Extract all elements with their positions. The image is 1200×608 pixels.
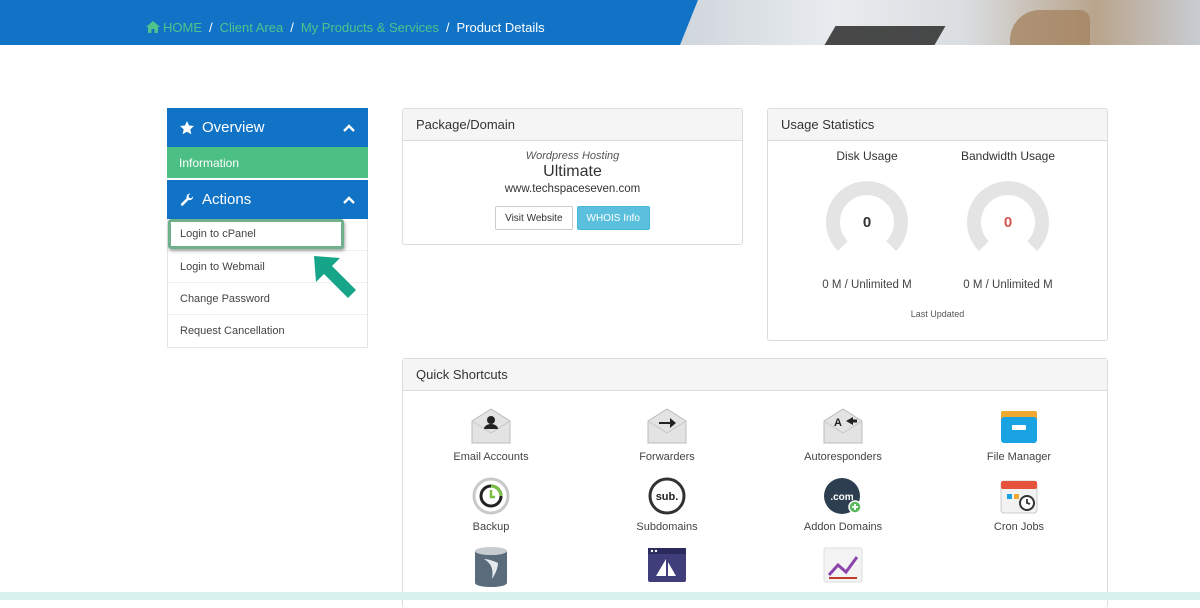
shortcuts-card-title: Quick Shortcuts [403,359,1107,391]
autoresponders-icon: A [823,408,863,444]
chevron-up-icon[interactable] [342,121,356,135]
backup-icon [472,477,510,515]
sidebar-item-request-cancellation[interactable]: Request Cancellation [168,315,367,347]
shortcut-label: Forwarders [639,451,695,463]
disk-usage-value: 0 [863,214,871,231]
usage-card-title: Usage Statistics [768,109,1107,141]
shortcut-subdomains[interactable]: sub. Subdomains [592,477,742,533]
shortcut-label: Autoresponders [804,451,882,463]
breadcrumb-current: Product Details [456,20,545,35]
breadcrumb-separator: / [290,20,294,35]
breadcrumb: HOME / Client Area / My Products & Servi… [146,20,545,35]
actions-panel-header[interactable]: Actions [167,180,368,219]
quick-shortcuts-card: Quick Shortcuts Email Accounts Forwarder… [402,358,1108,608]
header-banner: HOME / Client Area / My Products & Servi… [0,0,1200,45]
shortcut-forwarders[interactable]: Forwarders [592,407,742,463]
breadcrumb-home-label: HOME [163,20,202,35]
package-card-title: Package/Domain [403,109,742,141]
subdomains-icon: sub. [648,477,686,515]
wrench-icon [180,193,194,206]
shortcut-autoresponders[interactable]: A Autoresponders [768,407,918,463]
page-footer-band [0,592,1200,600]
shortcut-label: File Manager [986,451,1052,463]
awstats-chart-icon [823,547,863,583]
chevron-up-icon[interactable] [342,193,356,207]
shortcut-label: Backup [472,521,510,533]
package-domain-card: Package/Domain Wordpress Hosting Ultimat… [402,108,743,245]
disk-usage-detail: 0 M / Unlimited M [822,279,912,291]
package-domain: www.techspaceseven.com [504,183,641,195]
login-cpanel-highlight[interactable]: Login to cPanel [168,219,344,249]
disk-usage-label: Disk Usage [836,149,898,163]
svg-text:sub.: sub. [656,491,679,503]
home-icon [146,21,160,33]
visit-website-button[interactable]: Visit Website [495,206,573,230]
shortcut-label: Cron Jobs [993,521,1045,533]
email-accounts-icon [471,408,511,444]
star-icon [180,120,194,134]
shortcut-label: Addon Domains [803,521,883,533]
addon-domains-icon: .com [824,478,862,514]
usage-statistics-card: Usage Statistics Disk Usage 0 0 M / Unli… [767,108,1108,341]
shortcut-backup[interactable]: Backup [416,477,566,533]
sidebar-item-information[interactable]: Information [167,147,368,178]
file-manager-icon [1001,411,1037,443]
disk-usage-gauge: 0 [826,181,908,252]
overview-label: Overview [202,119,265,136]
package-name: Ultimate [543,163,602,180]
header-photo [680,0,1200,45]
shortcut-label: Email Accounts [453,451,529,463]
svg-text:A: A [834,417,842,429]
breadcrumb-separator: / [209,20,213,35]
shortcut-cron-jobs[interactable]: Cron Jobs [944,477,1094,533]
breadcrumb-home[interactable]: HOME [146,20,202,35]
shortcut-awstats[interactable] [768,545,918,593]
mysql-database-icon [475,547,507,587]
shortcut-mysql-databases[interactable] [416,545,566,593]
actions-label: Actions [202,191,252,208]
overview-panel-header[interactable]: Overview [167,108,368,147]
breadcrumb-products[interactable]: My Products & Services [301,20,439,35]
bandwidth-usage-label: Bandwidth Usage [960,149,1056,163]
arrow-pointer-icon [314,256,356,298]
shortcut-site-publisher[interactable] [592,545,742,593]
forwarders-icon [647,408,687,444]
shortcut-label: Subdomains [636,521,698,533]
disk-usage-block: Disk Usage 0 0 M / Unlimited M [797,149,937,291]
whois-info-button[interactable]: WHOIS Info [576,206,650,230]
shortcut-file-manager[interactable]: File Manager [944,407,1094,463]
bandwidth-usage-detail: 0 M / Unlimited M [963,279,1053,291]
last-updated-text: Last Updated [910,309,965,319]
shortcut-addon-domains[interactable]: .com Addon Domains [768,477,918,533]
breadcrumb-client-area[interactable]: Client Area [220,20,284,35]
site-publisher-icon [648,548,686,582]
bandwidth-usage-value: 0 [1004,214,1012,231]
shortcut-email-accounts[interactable]: Email Accounts [416,407,566,463]
bandwidth-usage-gauge: 0 [967,181,1049,252]
package-type: Wordpress Hosting [525,150,620,162]
breadcrumb-separator: / [445,20,450,35]
cron-jobs-icon [1000,480,1038,514]
bandwidth-usage-block: Bandwidth Usage 0 0 M / Unlimited M [938,149,1078,291]
svg-text:.com: .com [830,492,853,503]
